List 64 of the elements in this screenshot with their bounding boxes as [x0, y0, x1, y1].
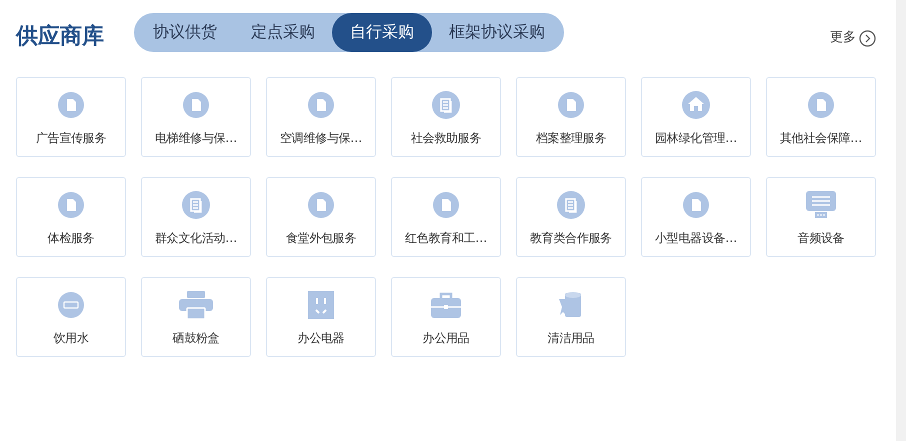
category-label: 教育类合作服务 [530, 230, 612, 247]
category-card[interactable]: 办公用品 [391, 277, 501, 357]
arrow-right-circle-icon [859, 30, 876, 46]
category-label: 硒鼓粉盒 [172, 330, 220, 347]
document-icon [433, 192, 459, 218]
document-icon [58, 192, 84, 218]
category-card[interactable]: 空调维修与保… [266, 77, 376, 157]
power-socket-icon [308, 291, 334, 319]
tab[interactable]: 协议供货 [136, 12, 234, 52]
document-icon [683, 192, 709, 218]
category-label: 食堂外包服务 [286, 230, 356, 247]
category-label: 办公电器 [298, 330, 344, 347]
category-label: 小型电器设备… [655, 230, 737, 247]
category-card[interactable]: 硒鼓粉盒 [141, 277, 251, 357]
category-label: 音频设备 [798, 230, 844, 247]
house-icon [682, 91, 710, 119]
category-label: 体检服务 [48, 230, 94, 247]
category-card[interactable]: 清洁用品 [516, 277, 626, 357]
category-card[interactable]: 档案整理服务 [516, 77, 626, 157]
document-list-icon [182, 191, 210, 219]
more-link[interactable]: 更多 [830, 28, 876, 48]
audio-device-icon [806, 191, 836, 219]
category-label: 广告宣传服务 [36, 130, 106, 147]
category-card[interactable]: 饮用水 [16, 277, 126, 357]
category-label: 其他社会保障… [780, 130, 862, 147]
category-label: 电梯维修与保… [155, 130, 237, 147]
category-label: 红色教育和工… [405, 230, 487, 247]
category-card[interactable]: 小型电器设备… [641, 177, 751, 257]
category-card[interactable]: 电梯维修与保… [141, 77, 251, 157]
document-icon [808, 92, 834, 118]
category-card[interactable]: 音频设备 [766, 177, 876, 257]
document-icon [308, 92, 334, 118]
printer-icon [179, 291, 213, 319]
category-card[interactable]: 体检服务 [16, 177, 126, 257]
tab[interactable]: 定点采购 [234, 12, 332, 52]
document-icon [58, 92, 84, 118]
category-label: 园林绿化管理… [655, 130, 737, 147]
category-label: 饮用水 [53, 330, 89, 347]
category-card[interactable]: 群众文化活动… [141, 177, 251, 257]
tissue-roll-icon [558, 291, 584, 319]
category-card[interactable]: 其他社会保障… [766, 77, 876, 157]
category-card[interactable]: 红色教育和工… [391, 177, 501, 257]
category-label: 办公用品 [422, 330, 470, 347]
category-label: 清洁用品 [548, 330, 594, 347]
document-list-icon [557, 191, 585, 219]
tab[interactable]: 框架协议采购 [432, 12, 562, 52]
tab[interactable]: 自行采购 [332, 12, 432, 52]
document-icon [558, 92, 584, 118]
section-title: 供应商库 [16, 22, 104, 50]
briefcase-icon [431, 292, 461, 318]
category-label: 群众文化活动… [155, 230, 237, 247]
document-list-icon [432, 91, 460, 119]
category-label: 空调维修与保… [280, 130, 362, 147]
document-icon [308, 192, 334, 218]
category-card[interactable]: 教育类合作服务 [516, 177, 626, 257]
category-label: 社会救助服务 [410, 130, 482, 147]
category-card[interactable]: 园林绿化管理… [641, 77, 751, 157]
category-card[interactable]: 食堂外包服务 [266, 177, 376, 257]
category-card[interactable]: 办公电器 [266, 277, 376, 357]
document-icon [183, 92, 209, 118]
category-label: 档案整理服务 [536, 130, 606, 147]
category-card[interactable]: 广告宣传服务 [16, 77, 126, 157]
category-card[interactable]: 社会救助服务 [391, 77, 501, 157]
water-meter-icon [58, 292, 84, 318]
